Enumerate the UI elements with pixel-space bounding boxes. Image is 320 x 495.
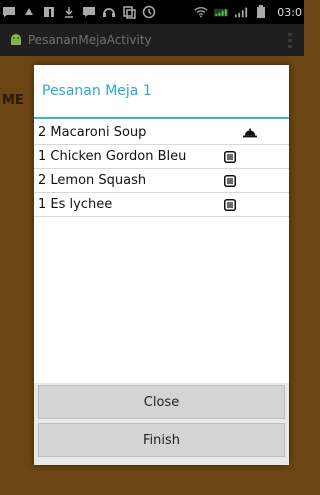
list-icon (223, 150, 237, 164)
status-time: 03:0 (277, 5, 302, 19)
overflow-menu-icon[interactable] (288, 33, 292, 48)
message-icon (2, 5, 16, 19)
signal-icon (214, 5, 229, 19)
order-item[interactable]: 1 Es lychee (34, 193, 289, 217)
serving-cloche-icon (243, 126, 257, 140)
bird-icon (22, 5, 36, 19)
order-dialog: Pesanan Meja 1 2 Macaroni Soup 1 Chicken… (34, 65, 289, 465)
activity-title: PesananMejaActivity (28, 33, 152, 47)
order-item-text: 2 Macaroni Soup (38, 125, 147, 140)
close-button[interactable]: Close (38, 385, 285, 419)
battery-icon (254, 5, 268, 19)
action-bar: PesananMejaActivity (0, 24, 304, 56)
order-item[interactable]: 2 Macaroni Soup (34, 121, 289, 145)
list-icon (223, 174, 237, 188)
order-item-text: 1 Es lychee (38, 197, 113, 212)
order-item-text: 1 Chicken Gordon Bleu (38, 149, 187, 164)
chat-icon (82, 5, 96, 19)
status-bar: 03:0 (0, 0, 304, 24)
dialog-title: Pesanan Meja 1 (34, 65, 289, 119)
signal-2-icon (234, 5, 248, 19)
order-item[interactable]: 1 Chicken Gordon Bleu (34, 145, 289, 169)
facebook-icon (42, 5, 56, 19)
wifi-icon (194, 5, 208, 19)
download-icon (62, 5, 76, 19)
alarm-clock-icon (142, 5, 156, 19)
dialog-button-area: Close Finish (34, 383, 289, 465)
order-list: 2 Macaroni Soup 1 Chicken Gordon Bleu 2 … (34, 121, 289, 217)
copy-icon (122, 5, 136, 19)
finish-button[interactable]: Finish (38, 423, 285, 457)
headset-icon (102, 5, 116, 19)
list-icon (223, 198, 237, 212)
order-item-text: 2 Lemon Squash (38, 173, 147, 188)
android-icon (8, 32, 24, 48)
order-item[interactable]: 2 Lemon Squash (34, 169, 289, 193)
background-label: ME (2, 93, 24, 108)
